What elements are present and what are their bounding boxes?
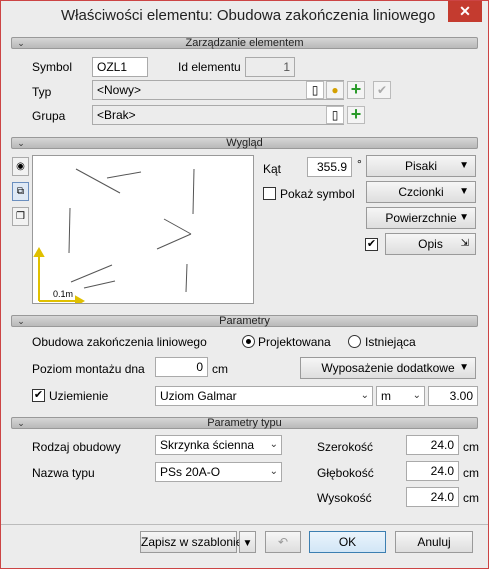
- section-appearance-title: Wygląd: [226, 137, 263, 149]
- radio-existing-label: Istniejąca: [365, 335, 416, 349]
- check-icon: ✔: [373, 81, 391, 99]
- chevron-down-icon: ⌄: [412, 390, 421, 401]
- description-button[interactable]: Opis ⇲: [385, 233, 476, 255]
- section-type-parameters-title: Parametry typu: [207, 417, 282, 429]
- surfaces-button[interactable]: Powierzchnie ▼: [366, 207, 476, 229]
- angle-unit: °: [357, 157, 362, 171]
- mount-level-unit: cm: [212, 362, 228, 376]
- enclosure-label: Obudowa zakończenia liniowego: [32, 335, 207, 349]
- grounding-length-input[interactable]: 3.00: [428, 386, 478, 406]
- type-name-label: Nazwa typu: [32, 466, 95, 480]
- window-title: Właściwości elementu: Obudowa zakończeni…: [61, 7, 436, 24]
- type-name-select[interactable]: PSs 20A-O ⌄: [155, 462, 282, 482]
- section-parameters-header[interactable]: ⌄ Parametry: [11, 315, 478, 327]
- bulb-icon[interactable]: ●: [326, 81, 344, 99]
- fonts-button-label: Czcionki: [398, 185, 444, 199]
- section-management-header[interactable]: ⌄ Zarządzanie elementem: [11, 37, 478, 49]
- fonts-button[interactable]: Czcionki ▼: [366, 181, 476, 203]
- angle-label: Kąt: [263, 162, 282, 176]
- section-type-parameters-header[interactable]: ⌄ Parametry typu: [11, 417, 478, 429]
- scale-label: 0.1m: [53, 289, 74, 299]
- housing-label: Rodzaj obudowy: [32, 440, 121, 454]
- collapse-icon: ⌄: [17, 418, 25, 428]
- undo-icon: ↶: [265, 531, 301, 553]
- view-3d-icon[interactable]: ❒: [12, 207, 29, 226]
- height-input[interactable]: 24.0: [406, 487, 459, 507]
- mount-level-input[interactable]: 0: [155, 357, 208, 377]
- equipment-button-label: Wyposażenie dodatkowe: [321, 361, 455, 375]
- pens-button-label: Pisaki: [404, 159, 437, 173]
- grounding-unit-select[interactable]: m ⌄: [376, 386, 425, 406]
- description-button-label: Opis: [418, 237, 443, 251]
- surfaces-button-label: Powierzchnie: [385, 211, 457, 225]
- width-label: Szerokość: [317, 440, 374, 454]
- dropdown-arrow-icon: ▼: [459, 212, 469, 223]
- symbol-preview: 0.1m: [32, 155, 254, 307]
- show-symbol-checkbox[interactable]: [263, 187, 276, 200]
- group-field: <Brak>: [92, 105, 344, 125]
- dropdown-arrow-icon: ▼: [459, 362, 469, 373]
- view-2d-icon[interactable]: ⧉: [12, 182, 29, 201]
- width-input[interactable]: 24.0: [406, 435, 459, 455]
- save-template-dropdown[interactable]: ▼: [239, 531, 256, 553]
- width-unit: cm: [463, 440, 479, 454]
- depth-label: Głębokość: [317, 466, 374, 480]
- description-checkbox[interactable]: ✔: [365, 238, 378, 251]
- ok-button[interactable]: OK: [309, 531, 386, 553]
- angle-input[interactable]: 355.9: [307, 157, 352, 177]
- section-management-title: Zarządzanie elementem: [185, 37, 304, 49]
- title-bar: Właściwości elementu: Obudowa zakończeni…: [1, 1, 488, 33]
- type-name-select-value: PSs 20A-O: [160, 465, 221, 479]
- show-symbol-label: Pokaż symbol: [280, 187, 355, 201]
- housing-select[interactable]: Skrzynka ścienna ⌄: [155, 435, 282, 455]
- properties-dialog: Właściwości elementu: Obudowa zakończeni…: [0, 0, 489, 569]
- mount-level-label: Poziom montażu dna: [32, 362, 145, 376]
- open-icon: ⇲: [460, 238, 469, 249]
- dropdown-arrow-icon: ▼: [459, 186, 469, 197]
- symbol-input[interactable]: OZL1: [92, 57, 148, 77]
- depth-input[interactable]: 24.0: [406, 461, 459, 481]
- chevron-down-icon: ⌄: [269, 439, 278, 450]
- id-label: Id elementu: [178, 60, 241, 74]
- dropdown-arrow-icon: ▼: [242, 538, 253, 549]
- radio-existing[interactable]: [348, 335, 361, 348]
- add-type-icon[interactable]: +: [347, 80, 365, 99]
- id-field: 1: [245, 57, 295, 77]
- type-dropdown-icon[interactable]: ▯: [306, 81, 324, 99]
- close-button[interactable]: ✕: [448, 1, 482, 22]
- grounding-select-value: Uziom Galmar: [160, 389, 237, 403]
- symbol-label: Symbol: [32, 60, 73, 74]
- collapse-icon: ⌄: [17, 316, 25, 326]
- height-unit: cm: [463, 491, 479, 505]
- housing-select-value: Skrzynka ścienna: [160, 438, 255, 452]
- radio-designed[interactable]: [242, 335, 255, 348]
- chevron-down-icon: ⌄: [360, 390, 369, 401]
- footer-divider: [1, 524, 488, 525]
- chevron-down-icon: ⌄: [269, 466, 278, 477]
- type-label: Typ: [32, 85, 52, 99]
- radio-designed-label: Projektowana: [258, 335, 331, 349]
- add-group-icon[interactable]: +: [347, 105, 365, 124]
- equipment-button[interactable]: Wyposażenie dodatkowe ▼: [300, 357, 476, 379]
- height-label: Wysokość: [317, 491, 372, 505]
- save-template-button[interactable]: Zapisz w szablonie: [140, 531, 242, 553]
- grounding-unit-value: m: [381, 389, 391, 403]
- camera-icon[interactable]: ◉: [12, 157, 29, 176]
- collapse-icon: ⌄: [17, 38, 25, 48]
- collapse-icon: ⌄: [17, 138, 25, 148]
- preview-drawing: [33, 168, 195, 307]
- section-appearance-header[interactable]: ⌄ Wygląd: [11, 137, 478, 149]
- section-parameters-title: Parametry: [219, 315, 270, 327]
- cancel-button[interactable]: Anuluj: [395, 531, 473, 553]
- group-label: Grupa: [32, 109, 66, 123]
- dropdown-arrow-icon: ▼: [459, 160, 469, 171]
- pens-button[interactable]: Pisaki ▼: [366, 155, 476, 177]
- grounding-checkbox[interactable]: ✔: [32, 389, 45, 402]
- depth-unit: cm: [463, 466, 479, 480]
- grounding-select[interactable]: Uziom Galmar ⌄: [155, 386, 373, 406]
- group-dropdown-icon[interactable]: ▯: [326, 106, 344, 124]
- grounding-label: Uziemienie: [49, 389, 109, 403]
